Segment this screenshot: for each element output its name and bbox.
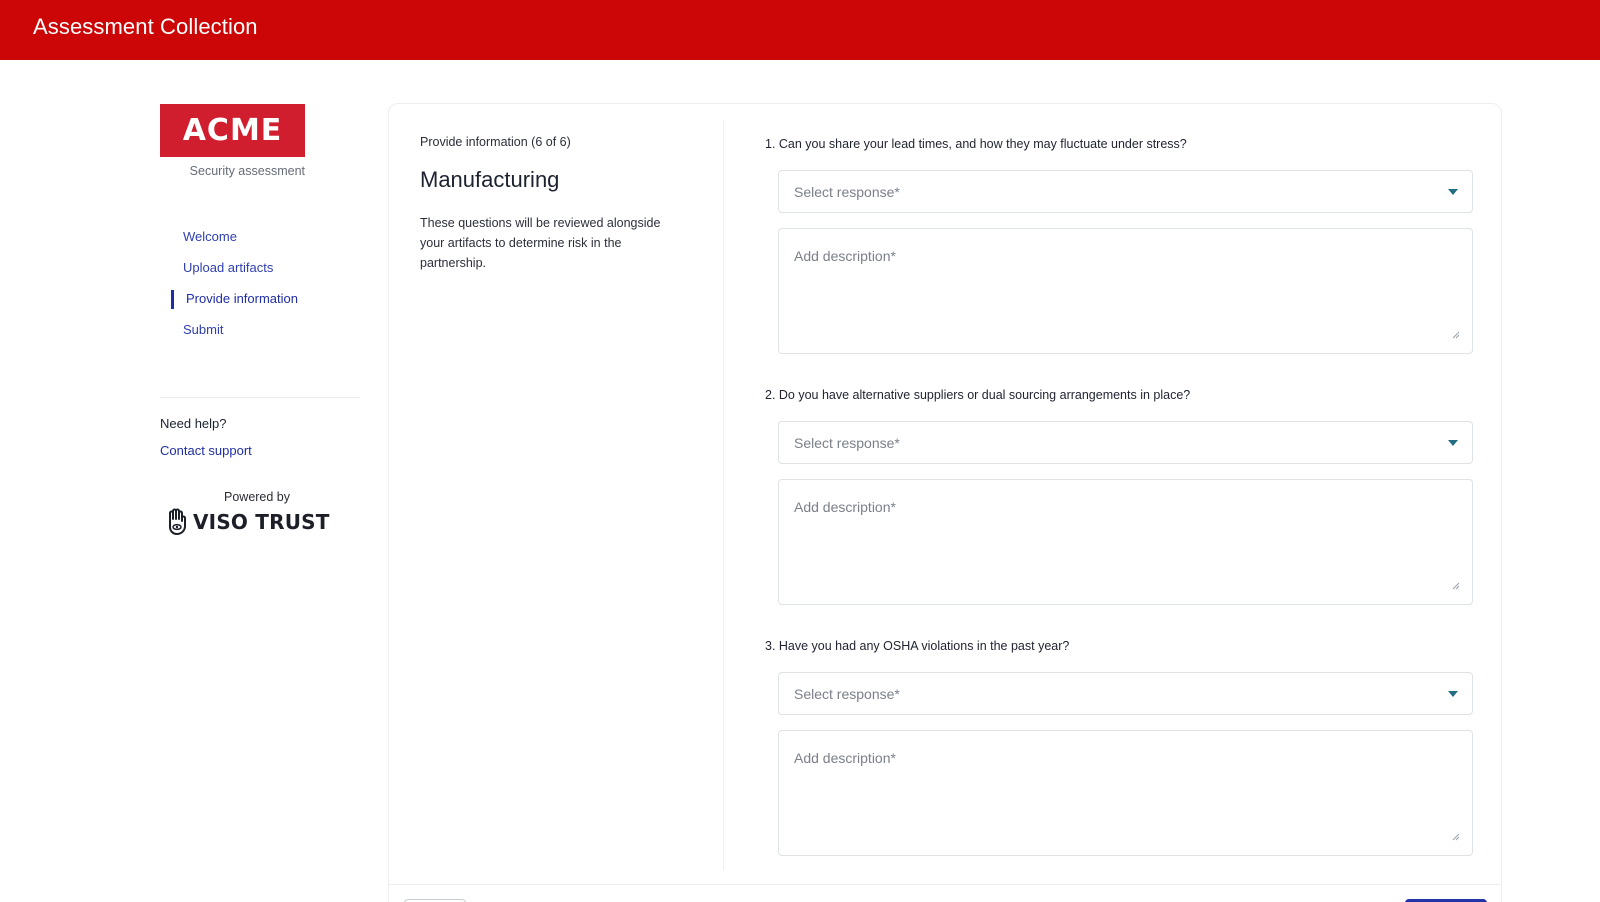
hand-eye-icon	[169, 508, 186, 535]
description-textarea[interactable]: Add description*	[778, 228, 1473, 354]
viso-trust-wordmark: VISO TRUST	[193, 510, 330, 534]
card-column-divider	[723, 120, 724, 870]
nav-item-submit[interactable]: Submit	[183, 322, 223, 337]
select-placeholder: Select response*	[794, 686, 900, 702]
help-title: Need help?	[160, 416, 227, 431]
textarea-placeholder: Add description*	[794, 248, 896, 264]
section-title: Manufacturing	[420, 167, 560, 192]
select-placeholder: Select response*	[794, 435, 900, 451]
response-select[interactable]: Select response*	[778, 421, 1473, 464]
nav-item-welcome[interactable]: Welcome	[183, 229, 237, 244]
powered-by-label: Powered by	[224, 490, 291, 504]
description-textarea[interactable]: Add description*	[778, 479, 1473, 605]
resize-handle-icon[interactable]	[1452, 833, 1460, 841]
textarea-placeholder: Add description*	[794, 750, 896, 766]
contact-support-link[interactable]: Contact support	[160, 443, 252, 458]
resize-handle-icon[interactable]	[1452, 331, 1460, 339]
card-footer-divider	[389, 884, 1501, 885]
viso-trust-logo: VISO TRUST	[166, 507, 330, 537]
nav-divider	[160, 397, 360, 398]
step-indicator: Provide information (6 of 6)	[420, 135, 571, 149]
nav-item-upload-artifacts[interactable]: Upload artifacts	[183, 260, 273, 275]
company-logo: ACME	[160, 104, 305, 157]
nav-item-provide-information[interactable]: Provide information	[186, 291, 298, 306]
question-label: 1. Can you share your lead times, and ho…	[765, 137, 1187, 151]
top-bar: Assessment Collection	[0, 0, 1600, 60]
select-placeholder: Select response*	[794, 184, 900, 200]
description-textarea[interactable]: Add description*	[778, 730, 1473, 856]
response-select[interactable]: Select response*	[778, 672, 1473, 715]
section-description: These questions will be reviewed alongsi…	[420, 216, 661, 270]
question-label: 3. Have you had any OSHA violations in t…	[765, 639, 1070, 653]
app-title: Assessment Collection	[33, 14, 258, 39]
resize-handle-icon[interactable]	[1452, 582, 1460, 590]
nav-active-indicator	[171, 290, 174, 309]
chevron-down-icon	[1448, 691, 1458, 697]
company-subtitle: Security assessment	[189, 164, 305, 178]
question-label: 2. Do you have alternative suppliers or …	[765, 388, 1191, 402]
response-select[interactable]: Select response*	[778, 170, 1473, 213]
chevron-down-icon	[1448, 189, 1458, 195]
chevron-down-icon	[1448, 440, 1458, 446]
textarea-placeholder: Add description*	[794, 499, 896, 515]
